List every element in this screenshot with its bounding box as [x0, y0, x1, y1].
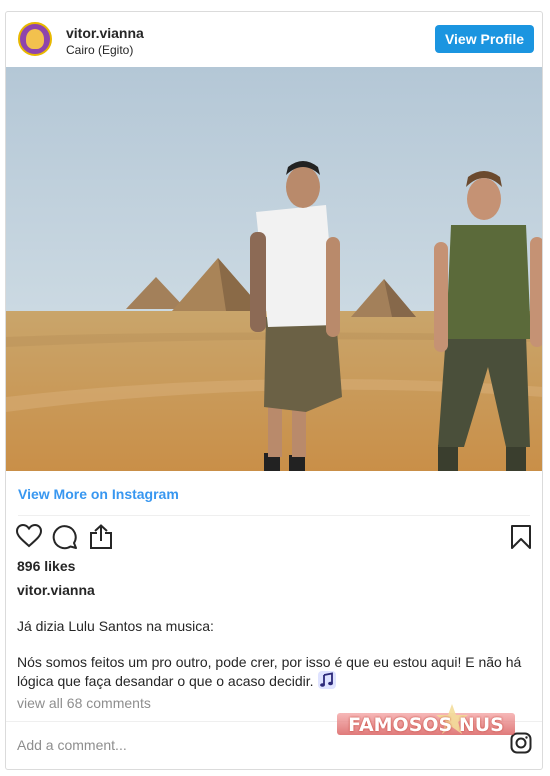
caption-line: Já dizia Lulu Santos na musica:: [17, 618, 214, 634]
post-caption: Já dizia Lulu Santos na musica: Nós somo…: [17, 617, 527, 693]
watermark: FAMOSOS NUS: [333, 703, 519, 745]
action-bar: [6, 520, 542, 556]
view-profile-button[interactable]: View Profile: [435, 25, 534, 53]
caption-paragraph: Nós somos feitos um pro outro, pode crer…: [17, 653, 527, 693]
location[interactable]: Cairo (Egito): [66, 43, 133, 57]
username[interactable]: vitor.vianna: [66, 25, 144, 41]
music-note-icon: [317, 671, 336, 693]
view-all-comments-link[interactable]: view all 68 comments: [17, 695, 151, 711]
post-photo[interactable]: [6, 67, 542, 471]
view-more-on-instagram-link[interactable]: View More on Instagram: [18, 486, 179, 502]
post-header: vitor.vianna Cairo (Egito) View Profile: [6, 12, 542, 67]
instagram-embed-card: vitor.vianna Cairo (Egito) View Profile: [5, 11, 543, 770]
divider: [18, 515, 530, 516]
heart-icon[interactable]: [15, 523, 43, 553]
watermark-text: FAMOSOS NUS: [348, 714, 504, 736]
share-icon[interactable]: [89, 524, 113, 555]
caption-text: Nós somos feitos um pro outro, pode crer…: [17, 654, 522, 689]
caption-username[interactable]: vitor.vianna: [17, 582, 95, 598]
avatar[interactable]: [18, 22, 52, 56]
add-comment-input[interactable]: Add a comment...: [17, 737, 127, 753]
like-count[interactable]: 896 likes: [17, 558, 75, 574]
bookmark-icon[interactable]: [510, 524, 532, 555]
comment-icon[interactable]: [52, 524, 78, 555]
